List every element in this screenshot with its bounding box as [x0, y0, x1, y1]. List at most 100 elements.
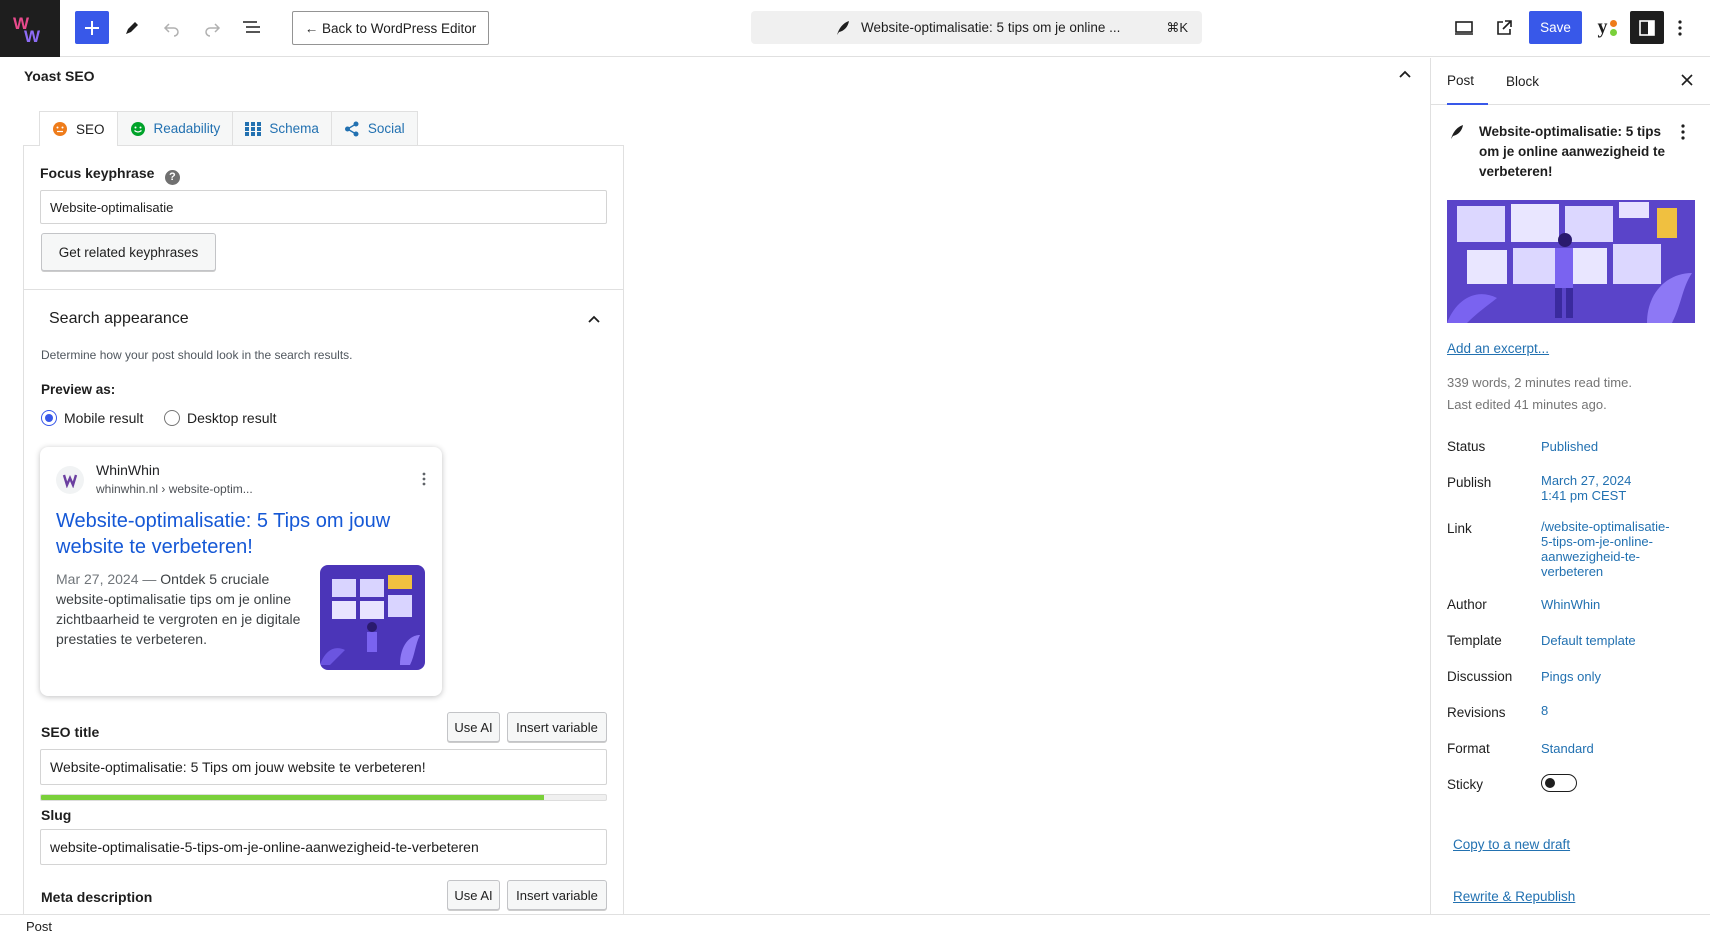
- list-view-icon: [243, 20, 260, 33]
- settings-sidebar: Post Block Website-optimalisatie: 5 tips…: [1430, 58, 1710, 914]
- favicon-icon: [62, 474, 78, 488]
- preview-description-block: Mar 27, 2024 — Ontdek 5 cruciale website…: [56, 569, 306, 649]
- mobile-radio-label: Mobile result: [64, 410, 144, 426]
- chevron-up-icon: [588, 315, 600, 323]
- meta-insert-variable-button[interactable]: Insert variable: [507, 880, 607, 910]
- focus-keyphrase-input[interactable]: Website-optimalisatie: [40, 190, 607, 224]
- desktop-result-option[interactable]: Desktop result: [164, 410, 276, 426]
- get-related-keyphrases-button[interactable]: Get related keyphrases: [41, 233, 216, 271]
- desktop-radio-label: Desktop result: [187, 410, 277, 426]
- add-block-button[interactable]: [75, 11, 109, 44]
- options-button[interactable]: [1668, 11, 1692, 44]
- close-sidebar-button[interactable]: [1679, 72, 1695, 93]
- seo-title-progress: [40, 794, 607, 801]
- rewrite-republish-link[interactable]: Rewrite & Republish: [1453, 889, 1575, 904]
- sidebar-icon: [1639, 19, 1655, 36]
- tab-social[interactable]: Social: [330, 111, 418, 145]
- seo-title-insert-variable-button[interactable]: Insert variable: [507, 712, 607, 742]
- revisions-label: Revisions: [1447, 705, 1506, 720]
- search-appearance-toggle[interactable]: [586, 312, 602, 330]
- revisions-value[interactable]: 8: [1541, 703, 1691, 718]
- status-label: Status: [1447, 439, 1486, 454]
- search-appearance-heading[interactable]: Search appearance: [49, 310, 189, 328]
- tools-button[interactable]: [115, 11, 149, 44]
- publish-label: Publish: [1447, 475, 1492, 490]
- back-to-editor-button[interactable]: ← Back to WordPress Editor: [292, 11, 489, 45]
- tab-block[interactable]: Block: [1506, 58, 1539, 105]
- readability-face-icon: [130, 121, 146, 137]
- focus-keyphrase-label: Focus keyphrase: [40, 165, 155, 181]
- sticky-toggle[interactable]: [1541, 774, 1577, 792]
- publish-value[interactable]: March 27, 2024 1:41 pm CEST: [1541, 473, 1691, 503]
- post-actions-button[interactable]: [1681, 124, 1685, 145]
- site-favicon: [56, 466, 84, 494]
- seo-title-progress-fill: [41, 795, 544, 800]
- tab-readability[interactable]: Readability: [116, 111, 234, 145]
- discussion-value[interactable]: Pings only: [1541, 669, 1691, 684]
- seo-face-icon: [52, 121, 68, 137]
- slug-label: Slug: [41, 807, 72, 823]
- panel-title: Yoast SEO: [24, 68, 95, 84]
- tab-post[interactable]: Post: [1447, 58, 1488, 105]
- yoast-tabs: SEO Readability Schema Social: [39, 111, 418, 146]
- featured-image[interactable]: [1447, 200, 1695, 323]
- undo-button[interactable]: [155, 11, 189, 44]
- preview-title[interactable]: Website-optimalisatie: 5 Tips om jouw we…: [56, 508, 416, 560]
- seo-title-input[interactable]: Website-optimalisatie: 5 Tips om jouw we…: [40, 749, 607, 785]
- document-title: Website-optimalisatie: 5 tips om je onli…: [861, 20, 1121, 35]
- undo-icon: [163, 22, 179, 37]
- author-label: Author: [1447, 597, 1487, 612]
- search-appearance-description: Determine how your post should look in t…: [41, 348, 353, 362]
- slug-input[interactable]: website-optimalisatie-5-tips-om-je-onlin…: [40, 829, 607, 865]
- meta-description-label: Meta description: [41, 889, 153, 905]
- seo-title-use-ai-button[interactable]: Use AI: [447, 712, 500, 742]
- focus-keyphrase-label-row: Focus keyphrase ?: [40, 165, 180, 185]
- mobile-radio[interactable]: [41, 410, 57, 426]
- collapse-panel-button[interactable]: [1397, 67, 1413, 85]
- redo-icon: [205, 22, 221, 37]
- redo-button[interactable]: [195, 11, 229, 44]
- mobile-result-option[interactable]: Mobile result: [41, 410, 143, 426]
- block-breadcrumb-bar: Post: [0, 914, 1710, 938]
- tab-label: SEO: [76, 121, 105, 137]
- site-logo[interactable]: W W: [0, 0, 60, 57]
- tab-label: Social: [367, 121, 405, 136]
- format-value[interactable]: Standard: [1541, 741, 1691, 756]
- copy-to-draft-link[interactable]: Copy to a new draft: [1453, 837, 1570, 852]
- tab-seo[interactable]: SEO: [39, 111, 118, 146]
- command-shortcut: ⌘K: [1166, 19, 1188, 35]
- document-overview-button[interactable]: [235, 11, 269, 44]
- view-button[interactable]: [1447, 11, 1481, 44]
- breadcrumb-post[interactable]: Post: [26, 919, 52, 934]
- author-value[interactable]: WhinWhin: [1541, 597, 1691, 612]
- link-value[interactable]: /website-optimalisatie-5-tips-om-je-onli…: [1541, 519, 1681, 579]
- desktop-radio[interactable]: [164, 410, 180, 426]
- tab-label: Schema: [269, 121, 319, 136]
- add-excerpt-link[interactable]: Add an excerpt...: [1447, 341, 1549, 356]
- post-type-icon: [1449, 124, 1465, 145]
- settings-sidebar-toggle[interactable]: [1630, 11, 1664, 44]
- help-icon[interactable]: ?: [164, 169, 180, 185]
- status-value[interactable]: Published: [1541, 439, 1691, 454]
- template-value[interactable]: Default template: [1541, 633, 1691, 648]
- tab-schema[interactable]: Schema: [232, 111, 332, 145]
- preview-thumbnail: [320, 565, 425, 670]
- external-link-icon: [1497, 19, 1512, 35]
- view-post-button[interactable]: [1487, 11, 1521, 44]
- sticky-label: Sticky: [1447, 777, 1484, 792]
- preview-as-label: Preview as:: [41, 382, 116, 397]
- google-preview-card[interactable]: WhinWhin whinwhin.nl › website-optim... …: [40, 447, 442, 696]
- plus-icon: [85, 20, 99, 35]
- meta-use-ai-button[interactable]: Use AI: [447, 880, 500, 910]
- yoast-metabox: Yoast SEO SEO Readability Schema Social …: [0, 58, 1430, 925]
- editor-toolbar: W W ← Back to WordPress Editor Website-o…: [0, 0, 1710, 57]
- preview-breadcrumb: whinwhin.nl › website-optim...: [96, 482, 253, 496]
- save-button[interactable]: Save: [1529, 11, 1582, 44]
- chevron-up-icon: [1399, 70, 1411, 78]
- template-label: Template: [1447, 633, 1502, 648]
- document-title-bar[interactable]: Website-optimalisatie: 5 tips om je onli…: [751, 11, 1202, 44]
- close-icon: [1681, 74, 1693, 86]
- more-icon: [1681, 124, 1685, 140]
- yoast-toolbar-button[interactable]: y: [1590, 11, 1624, 44]
- pencil-icon: [126, 21, 138, 34]
